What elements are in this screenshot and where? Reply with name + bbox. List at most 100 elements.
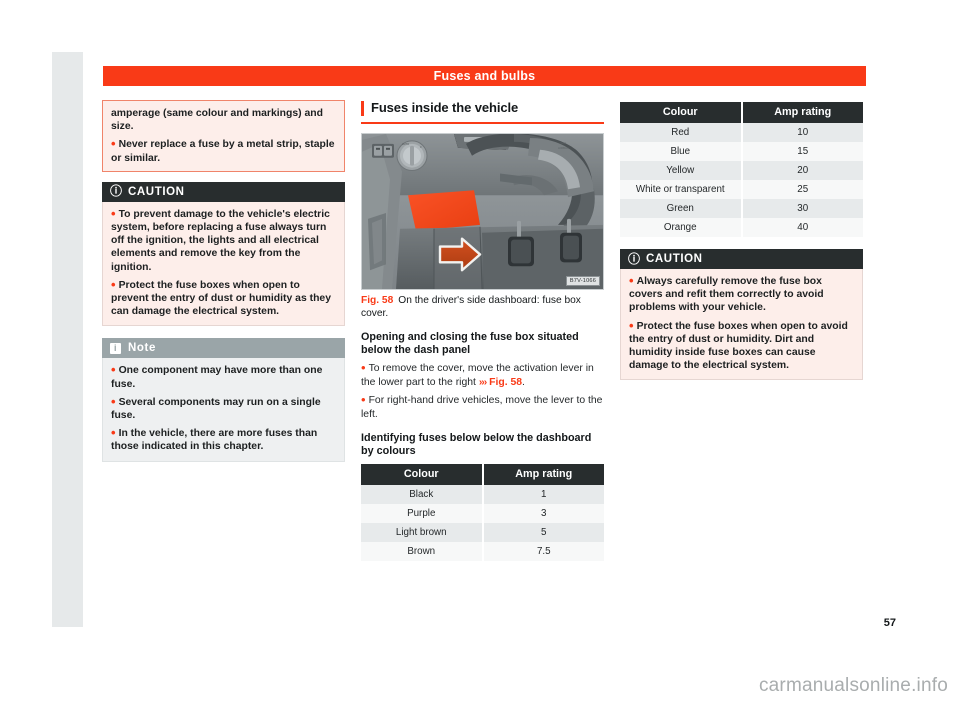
section-underline (361, 122, 604, 124)
left-column: amperage (same colour and markings) and … (102, 100, 345, 462)
caution-right-bullet-1: • Always carefully remove the fuse box co… (629, 273, 824, 314)
caution-box-left-header: ⓘ CAUTION (102, 181, 345, 202)
cell-amp: 7.5 (482, 541, 604, 561)
fuse-colour-table-low-amp-wrap: Colour Amp rating Black 1 Purple 3 Light… (361, 463, 604, 561)
cell-amp: 30 (741, 199, 863, 218)
cell-colour: Yellow (620, 161, 743, 180)
table-row: Light brown 5 (361, 522, 604, 542)
note-bullet-1: • One component may have more than one fu… (111, 362, 323, 390)
table-row: Blue 15 (620, 142, 863, 161)
bullet-dot-icon: • (629, 273, 634, 288)
warning-icon: ⓘ (110, 184, 123, 199)
paragraph-remove-cover: • To remove the cover, move the activatio… (361, 360, 594, 388)
page-header-title: Fuses and bulbs (433, 69, 536, 83)
caution-box-right-label: CAUTION (646, 253, 703, 265)
caution-right-bullet-2: • Protect the fuse boxes when open to avo… (629, 317, 848, 372)
bullet-dot-icon: • (111, 276, 116, 292)
paragraph-rhd-vehicles: • For right-hand drive vehicles, move the… (361, 392, 603, 420)
table-header-colour: Colour (620, 102, 743, 123)
figure-dashboard: AUTO 0 Seat AIRBAG B7V-1066 (361, 132, 604, 290)
cell-amp: 5 (482, 522, 604, 542)
section-heading: Fuses inside the vehicle (361, 100, 604, 116)
cell-amp: 25 (741, 180, 863, 199)
table-row: Yellow 20 (620, 161, 863, 180)
figure-number: Fig. 58 (361, 294, 394, 306)
right-column: Colour Amp rating Red 10 Blue 15 Yellow (620, 100, 863, 381)
figure-id-label: B7V-1066 (565, 275, 600, 286)
note-box-header: i Note (102, 338, 345, 359)
fuse-colour-table-high-amp: Colour Amp rating Red 10 Blue 15 Yellow (620, 102, 863, 237)
subheading-opening-closing: Opening and closing the fuse box situate… (361, 330, 579, 356)
cell-colour: White or transparent (620, 180, 743, 199)
caution-left-bullet-1: • To prevent damage to the vehicle's elec… (111, 205, 330, 273)
bullet-dot-icon: • (111, 136, 116, 152)
table-row: Black 1 (361, 484, 604, 504)
table-header-row: Colour Amp rating (620, 102, 863, 123)
caution-box-left: ⓘ CAUTION • To prevent damage to the vehi… (102, 181, 345, 327)
table-header-row: Colour Amp rating (361, 463, 604, 485)
headlight-switch: AUTO 0 (396, 139, 428, 171)
caution-box-right: ⓘ CAUTION • Always carefully remove the f… (620, 249, 863, 381)
page-header-banner: Fuses and bulbs (103, 66, 866, 86)
cell-colour: Green (620, 199, 743, 218)
table-row: Green 30 (620, 199, 863, 218)
figure-caption-text: On the driver's side dashboard: fuse box… (361, 294, 581, 319)
cell-amp: 3 (482, 503, 604, 523)
cell-colour: Black (361, 484, 484, 504)
caution-box-right-header: ⓘ CAUTION (620, 249, 863, 269)
continued-line-1: amperage (same colour and markings) and … (111, 108, 323, 133)
section-title: Fuses inside the vehicle (371, 100, 519, 115)
note-bullet-3: • In the vehicle, there are more fuses th… (111, 425, 318, 453)
section-accent-bar (361, 101, 364, 116)
cell-colour: Brown (361, 541, 484, 561)
page-root: Fuses and bulbs amperage (same colour an… (0, 0, 960, 708)
dashboard-illustration: AUTO 0 Seat AIRBAG (362, 133, 603, 289)
cell-amp: 20 (741, 161, 863, 180)
cell-amp: 10 (741, 123, 863, 142)
table-row: Brown 7.5 (361, 541, 604, 561)
cell-amp: 1 (482, 484, 604, 504)
cell-colour: Orange (620, 218, 743, 237)
caution-box-left-body: • To prevent damage to the vehicle's elec… (102, 201, 345, 327)
note-box-body: • One component may have more than one fu… (102, 358, 345, 462)
table-header-colour: Colour (361, 463, 484, 485)
cell-amp: 40 (741, 218, 863, 237)
svg-text:AUTO: AUTO (402, 141, 409, 145)
table-header-amp: Amp rating (741, 102, 863, 123)
table-row: White or transparent 25 (620, 180, 863, 199)
bullet-dot-icon: • (111, 205, 116, 221)
caution-left-bullet-2: • Protect the fuse boxes when open to pre… (111, 276, 331, 318)
caution-box-left-label: CAUTION (128, 185, 185, 198)
cell-colour: Red (620, 123, 743, 142)
bullet-dot-icon: • (111, 362, 116, 378)
figure-caption: Fig. 58 On the driver's side dashboard: f… (361, 294, 604, 320)
cell-amp: 15 (741, 142, 863, 161)
warning-icon: ⓘ (628, 251, 641, 266)
bullet-dot-icon: • (111, 393, 116, 409)
table-header-amp: Amp rating (482, 463, 604, 485)
bullet-dot-icon: • (361, 392, 366, 408)
table-row: Red 10 (620, 123, 863, 142)
cell-colour: Light brown (361, 522, 484, 542)
cell-colour: Purple (361, 503, 484, 523)
watermark: carmanualsonline.info (758, 675, 948, 696)
middle-column: Fuses inside the vehicle AUTO 0 Seat AIR… (361, 100, 604, 561)
continued-bullet-1: • Never replace a fuse by a metal strip, … (111, 136, 335, 164)
caution-box-right-body: • Always carefully remove the fuse box co… (620, 269, 863, 381)
figure-cross-reference[interactable]: Fig. 58 (489, 377, 522, 388)
note-bullet-2: • Several components may run on a single … (111, 393, 321, 422)
fuse-colour-table-high-amp-wrap: Colour Amp rating Red 10 Blue 15 Yellow (620, 102, 863, 237)
svg-text:AIRBAG: AIRBAG (558, 145, 570, 149)
continued-text-box: amperage (same colour and markings) and … (102, 100, 345, 172)
bullet-dot-icon: • (629, 317, 634, 333)
fuse-box-cover-highlight (408, 189, 480, 231)
bullet-dot-icon: • (111, 425, 116, 441)
note-box-label: Note (128, 342, 156, 355)
subheading-identifying-fuses: Identifying fuses below below the dashbo… (361, 431, 592, 458)
page-number: 57 (883, 617, 896, 629)
note-box: i Note • One component may have more than… (102, 338, 345, 462)
table-row: Purple 3 (361, 503, 604, 523)
bullet-dot-icon: • (361, 360, 366, 376)
cross-ref-chevron-icon: ››› (478, 376, 487, 388)
info-icon: i (110, 342, 121, 354)
